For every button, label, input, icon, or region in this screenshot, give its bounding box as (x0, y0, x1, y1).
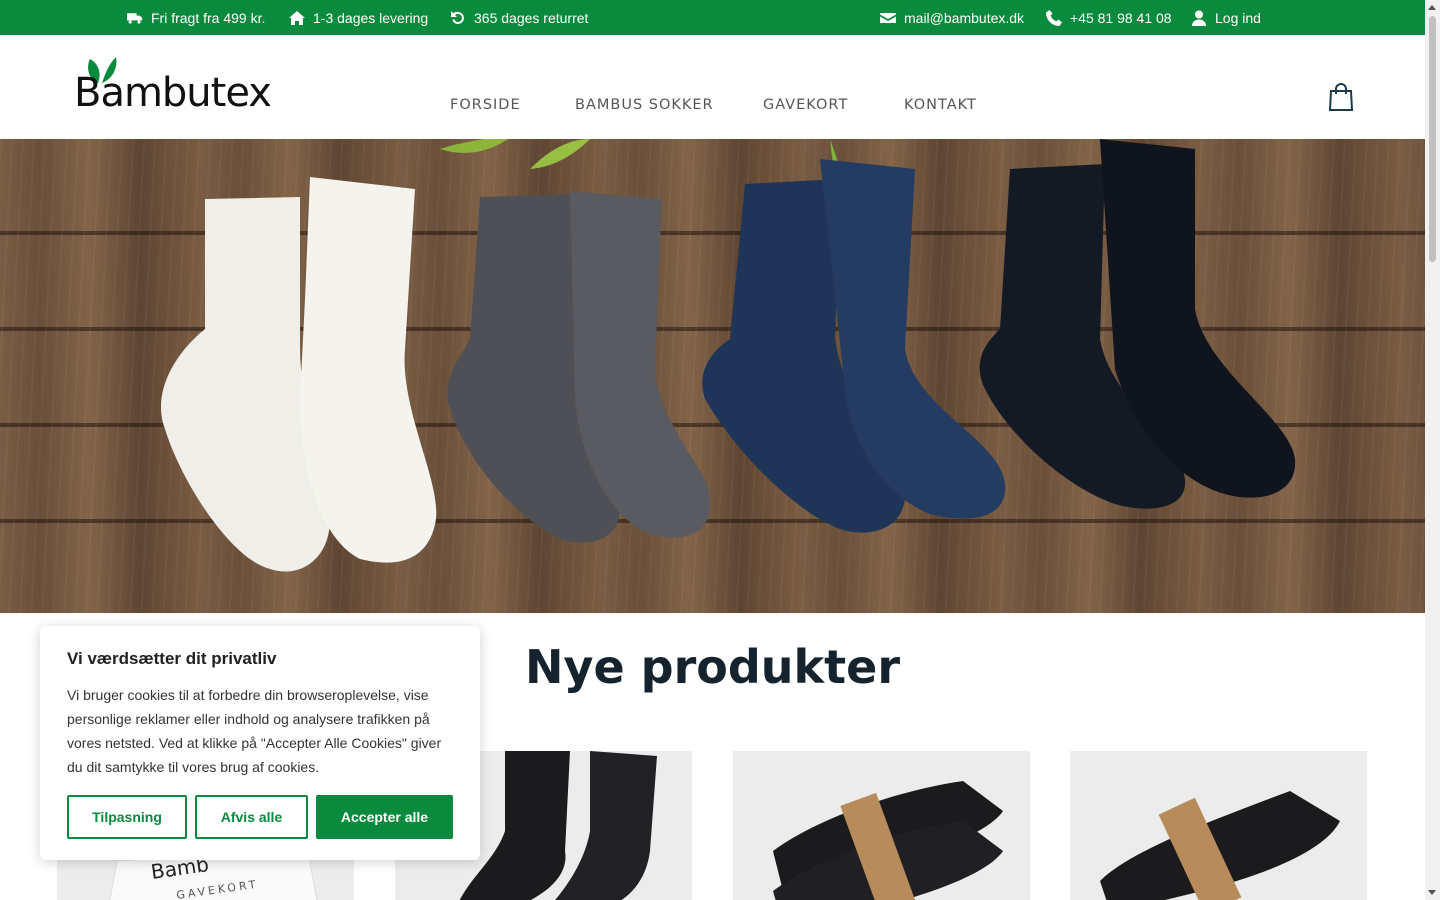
site-header: Bambutex FORSIDE BAMBUS SOKKER GAVEKORT … (0, 35, 1425, 139)
truck-icon (127, 12, 143, 24)
nav-forside[interactable]: FORSIDE (450, 97, 521, 113)
nav-bambus-sokker[interactable]: BAMBUS SOKKER (575, 97, 714, 113)
email-link[interactable]: mail@bambutex.dk (880, 0, 1024, 35)
undo-icon (451, 10, 464, 24)
user-icon (1192, 10, 1206, 26)
cookie-consent-dialog: Vi værdsætter dit privatliv Vi bruger co… (40, 626, 480, 860)
free-shipping-info: Fri fragt fra 499 kr. (127, 0, 265, 35)
login-link[interactable]: Log ind (1191, 0, 1261, 35)
returns-text: 365 dages returret (474, 9, 589, 26)
delivery-info: 1-3 dages levering (289, 0, 428, 35)
socks-image (160, 139, 1296, 572)
scroll-down-arrow[interactable] (1428, 890, 1436, 895)
returns-info: 365 dages returret (450, 0, 588, 35)
hero-banner (0, 139, 1425, 613)
nav-kontakt[interactable]: KONTAKT (904, 97, 977, 113)
scroll-thumb[interactable] (1429, 16, 1436, 262)
logo-text: Bambutex (74, 70, 272, 116)
cookie-title: Vi værdsætter dit privatliv (67, 649, 277, 668)
accept-all-button[interactable]: Accepter alle (316, 795, 453, 839)
socks-pack-image (773, 781, 1003, 900)
email-text[interactable]: mail@bambutex.dk (904, 10, 1024, 26)
nav-gavekort[interactable]: GAVEKORT (763, 97, 848, 113)
envelope-icon (880, 12, 896, 23)
page-scrollbar[interactable] (1425, 0, 1440, 900)
cookie-body: Vi bruger cookies til at forbedre din br… (67, 687, 442, 775)
ankle-socks-image (1100, 791, 1340, 900)
reject-all-button[interactable]: Afvis alle (195, 795, 308, 839)
product-card-ankle-pack[interactable] (1070, 751, 1367, 900)
scroll-up-arrow[interactable] (1428, 5, 1436, 10)
top-bar: Fri fragt fra 499 kr. 1-3 dages levering… (0, 0, 1425, 35)
customize-button[interactable]: Tilpasning (67, 795, 187, 839)
product-card-socks-pack[interactable] (733, 751, 1030, 900)
shipping-text: Fri fragt fra 499 kr. (151, 9, 266, 26)
phone-icon (1046, 9, 1062, 26)
bambutex-logo[interactable]: Bambutex (74, 55, 274, 115)
home-icon (289, 10, 305, 25)
delivery-text: 1-3 dages levering (313, 9, 429, 26)
login-text[interactable]: Log ind (1215, 10, 1261, 26)
shopping-bag-icon[interactable] (1328, 82, 1354, 112)
phone-link[interactable]: +45 81 98 41 08 (1046, 0, 1172, 35)
phone-text[interactable]: +45 81 98 41 08 (1070, 10, 1172, 26)
